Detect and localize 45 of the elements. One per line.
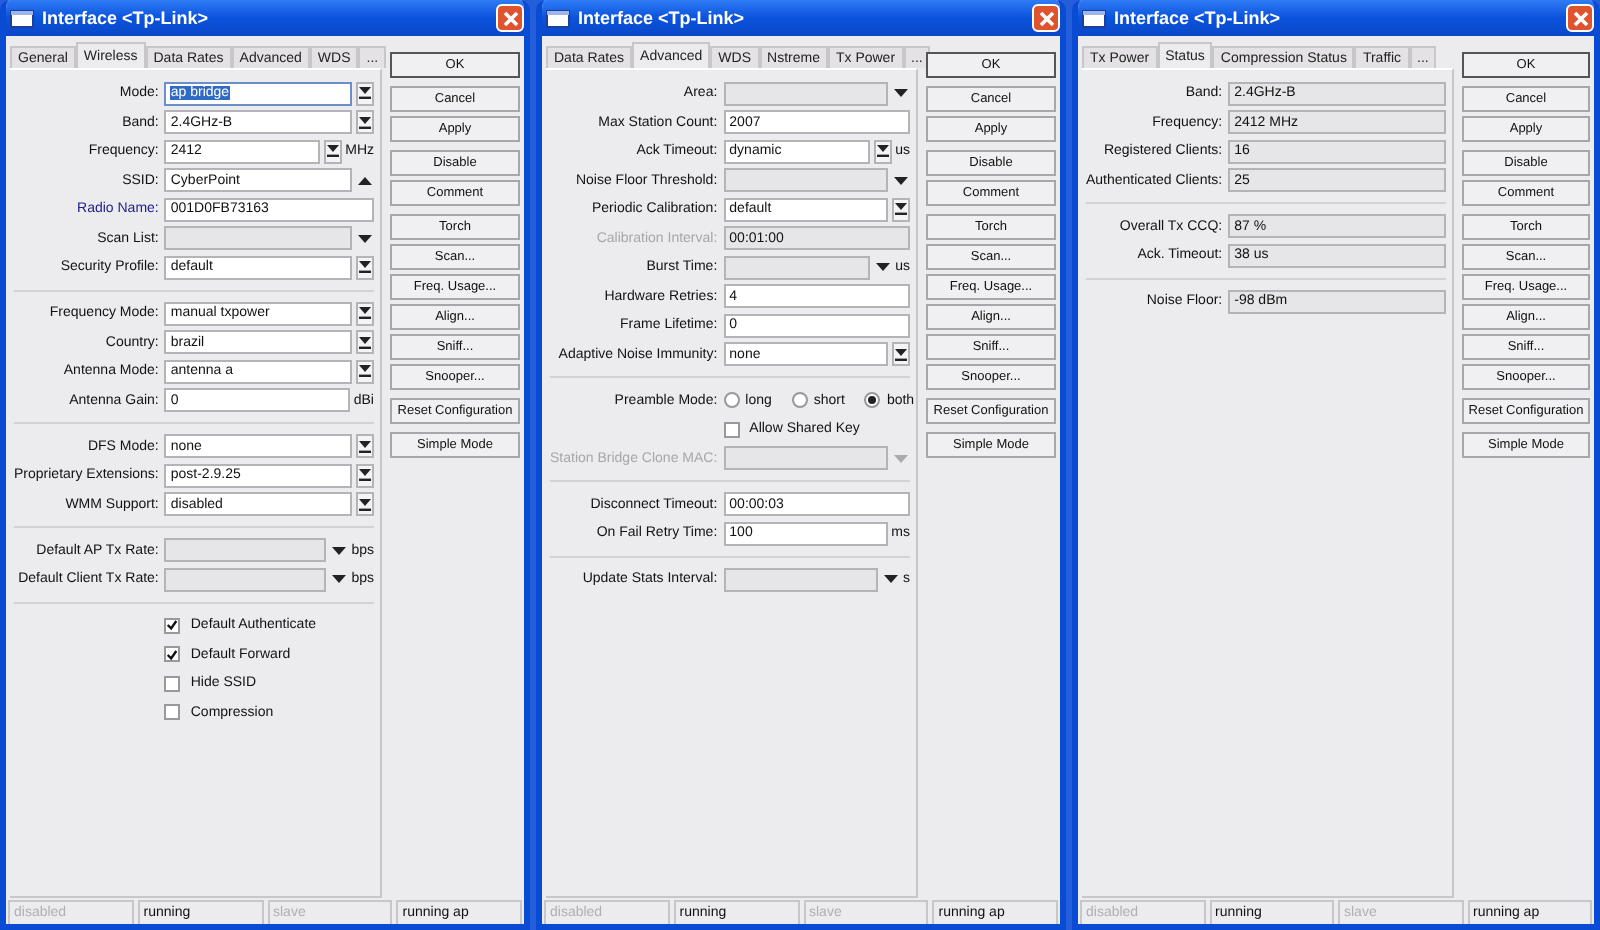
- dropdown-button[interactable]: [356, 81, 374, 105]
- dropdown-button[interactable]: [892, 342, 910, 366]
- dropdown-button[interactable]: [356, 110, 374, 134]
- radio-button[interactable]: [791, 392, 808, 408]
- checkbox[interactable]: [164, 704, 181, 720]
- window-title: Interface <Tp-Link>: [1114, 8, 1283, 28]
- down-arrow-icon[interactable]: [894, 88, 908, 98]
- combo-field[interactable]: [723, 81, 888, 105]
- dropdown-button[interactable]: [356, 434, 374, 458]
- checkbox[interactable]: [164, 675, 181, 691]
- down-arrow-icon[interactable]: [883, 574, 897, 584]
- window-icon: [10, 9, 34, 27]
- up-arrow-icon[interactable]: [358, 175, 372, 185]
- dropdown-button[interactable]: [356, 359, 374, 383]
- combo-field[interactable]: [723, 255, 870, 279]
- dropdown-button[interactable]: [356, 301, 374, 325]
- combo-field[interactable]: [723, 168, 888, 192]
- combo-field[interactable]: [164, 538, 326, 562]
- close-button[interactable]: [1032, 4, 1060, 32]
- dropdown-button[interactable]: [892, 197, 910, 221]
- combo-field[interactable]: [164, 226, 352, 250]
- down-arrow-icon[interactable]: [331, 574, 346, 584]
- radio-button[interactable]: [864, 392, 881, 408]
- down-arrow-icon[interactable]: [875, 262, 890, 272]
- checkbox[interactable]: [723, 421, 740, 437]
- checkbox[interactable]: [164, 646, 181, 662]
- radio-button[interactable]: [723, 392, 740, 408]
- down-arrow-icon[interactable]: [358, 233, 372, 243]
- checkbox[interactable]: [164, 617, 181, 633]
- combo-field[interactable]: [164, 567, 326, 591]
- combo-field[interactable]: [723, 567, 877, 591]
- dropdown-button[interactable]: [356, 255, 374, 279]
- dropdown-button[interactable]: [323, 139, 342, 163]
- close-button[interactable]: [1566, 4, 1594, 32]
- down-arrow-icon[interactable]: [894, 175, 908, 185]
- dropdown-button[interactable]: [356, 463, 374, 487]
- dropdown-button[interactable]: [356, 330, 374, 354]
- dropdown-button[interactable]: [873, 139, 892, 163]
- close-button[interactable]: [496, 4, 524, 32]
- window-title: Interface <Tp-Link>: [578, 8, 747, 28]
- dropdown-button[interactable]: [356, 492, 374, 516]
- window-icon: [546, 9, 570, 27]
- window-title: Interface <Tp-Link>: [42, 8, 211, 28]
- window-icon: [1082, 9, 1106, 27]
- down-arrow-icon[interactable]: [331, 545, 346, 555]
